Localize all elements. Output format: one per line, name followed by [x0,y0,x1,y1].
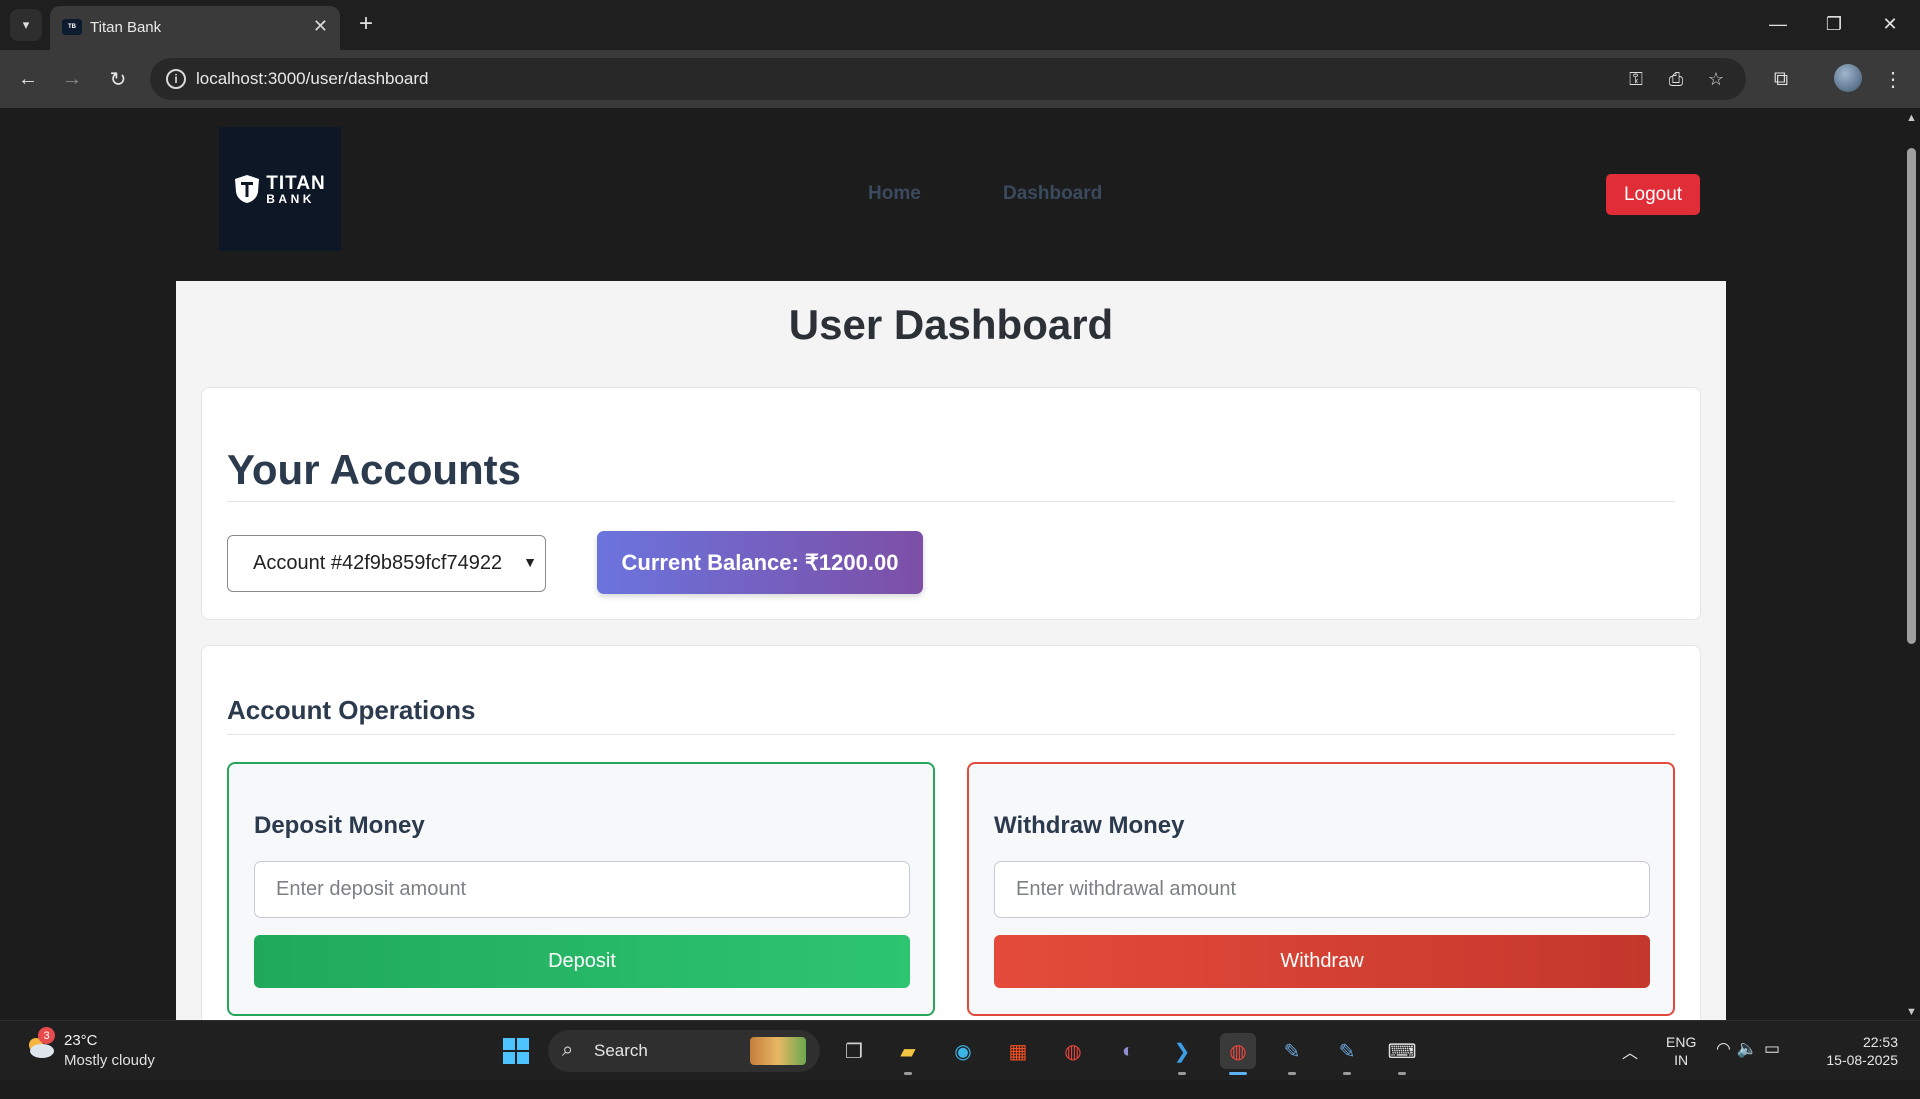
vscode-icon[interactable]: ❯ [1164,1033,1200,1075]
profile-avatar[interactable] [1834,64,1862,92]
page-title: User Dashboard [788,301,1114,348]
accounts-divider [227,501,1675,502]
operations-card: Account Operations Deposit Money Deposit… [201,645,1701,1020]
reload-button[interactable]: ↻ [102,63,134,95]
operations-heading: Account Operations [227,695,476,725]
system-tray-icons[interactable]: ◠🔈▭ [1716,1039,1786,1099]
search-label: Search [594,1041,648,1060]
deposit-title: Deposit Money [254,812,425,839]
windows-taskbar: 3 23°C Mostly cloudy ⌕ Search ❐ ▰ ◉ ▦ ◍ … [0,1020,1920,1080]
withdraw-panel: Withdraw Money Withdraw [967,762,1675,1016]
account-select-value: Account #42f9b859fcf74922 [253,552,503,574]
deposit-amount-input[interactable] [254,861,910,918]
password-key-icon[interactable]: ⚿ [1624,68,1648,90]
search-icon: ⌕ [562,1039,574,1061]
accounts-heading: Your Accounts [227,446,522,493]
address-bar[interactable]: i localhost:3000/user/dashboard ⚿ ⎙ ☆ [150,58,1746,100]
browser-tab-bar: ▾ TB Titan Bank ✕ + — ❐ ✕ [0,0,1920,50]
microsoft-store-icon[interactable]: ▦ [1000,1033,1036,1069]
chevron-down-icon: ▼ [523,554,537,570]
close-window-button[interactable]: ✕ [1870,8,1910,40]
minimize-button[interactable]: — [1758,8,1798,40]
tab-search-button[interactable]: ▾ [10,9,42,41]
nav-dashboard-link[interactable]: Dashboard [1003,183,1102,205]
tab-favicon-icon: TB [62,19,82,35]
nav-home-link[interactable]: Home [868,183,921,205]
eclipse-icon[interactable]: ◐ [1110,1033,1146,1069]
weather-description[interactable]: Mostly cloudy [64,1052,155,1069]
browser-menu-icon[interactable]: ⋮ [1878,64,1908,94]
browser-tab[interactable]: TB Titan Bank ✕ [50,6,340,50]
terminal-icon[interactable]: ⌨ [1384,1033,1420,1075]
scroll-down-icon[interactable]: ▼ [1906,1006,1917,1018]
chrome-icon[interactable]: ◍ [1055,1033,1091,1069]
new-tab-button[interactable]: + [352,10,380,38]
withdraw-button[interactable]: Withdraw [994,935,1650,988]
language-indicator[interactable]: ENG IN [1666,1033,1696,1093]
mysql-workbench-2-icon[interactable]: ✎ [1329,1033,1365,1075]
weather-temperature[interactable]: 23°C [64,1032,98,1049]
weather-badge: 3 [38,1027,55,1044]
browser-toolbar: ← → ↻ i localhost:3000/user/dashboard ⚿ … [0,50,1920,108]
page-scrollbar[interactable]: ▲ ▼ [1902,108,1920,1020]
task-view-icon[interactable]: ❐ [836,1033,872,1069]
extensions-icon[interactable]: ⧉ [1766,64,1796,94]
scroll-up-icon[interactable]: ▲ [1906,112,1917,124]
forward-button[interactable]: → [56,63,88,95]
deposit-button[interactable]: Deposit [254,935,910,988]
operations-divider [227,734,1675,735]
wifi-icon[interactable]: ◠ [1716,1039,1737,1058]
show-hidden-icons-chevron-icon[interactable]: ︿ [1622,1039,1638,1099]
mysql-workbench-icon[interactable]: ✎ [1274,1033,1310,1075]
withdraw-amount-input[interactable] [994,861,1650,918]
deposit-panel: Deposit Money Deposit [227,762,935,1016]
account-select[interactable]: Account #42f9b859fcf74922 ▼ [227,535,546,592]
windows-logo-icon [503,1038,529,1064]
site-header: TITAN BANK Home Dashboard Logout [0,108,1902,281]
page-viewport: TITAN BANK Home Dashboard Logout User Da… [0,108,1902,1020]
logo-wordmark: TITAN BANK [266,172,326,206]
battery-icon[interactable]: ▭ [1764,1039,1786,1058]
volume-icon[interactable]: 🔈 [1737,1039,1764,1058]
shield-logo-icon [235,175,260,203]
scroll-thumb[interactable] [1907,148,1916,644]
install-app-icon[interactable]: ⎙ [1664,68,1688,90]
start-button[interactable] [498,1033,534,1069]
titan-bank-logo[interactable]: TITAN BANK [219,127,341,251]
edge-browser-icon[interactable]: ◉ [945,1033,981,1069]
balance-badge: Current Balance: ₹1200.00 [597,531,923,594]
bookmark-star-icon[interactable]: ☆ [1704,68,1728,90]
tab-title: Titan Bank [90,19,162,36]
taskbar-search[interactable]: ⌕ Search [548,1030,820,1072]
restore-button[interactable]: ❐ [1814,8,1854,40]
logout-button[interactable]: Logout [1606,174,1700,215]
clock[interactable]: 22:53 15-08-2025 [1814,1033,1898,1093]
tab-close-icon[interactable]: ✕ [313,16,328,37]
search-highlight-image [750,1037,806,1065]
clock-time: 22:53 [1862,1034,1898,1050]
chrome-active-icon[interactable]: ◍ [1220,1033,1256,1075]
file-explorer-icon[interactable]: ▰ [890,1033,926,1075]
site-info-icon[interactable]: i [166,69,186,89]
accounts-card: Your Accounts Account #42f9b859fcf74922 … [201,387,1701,620]
url-text[interactable]: localhost:3000/user/dashboard [196,69,429,89]
dashboard-container: User Dashboard Your Accounts Account #42… [176,281,1726,1020]
clock-date: 15-08-2025 [1826,1052,1898,1068]
withdraw-title: Withdraw Money [994,812,1185,839]
back-button[interactable]: ← [12,63,44,95]
